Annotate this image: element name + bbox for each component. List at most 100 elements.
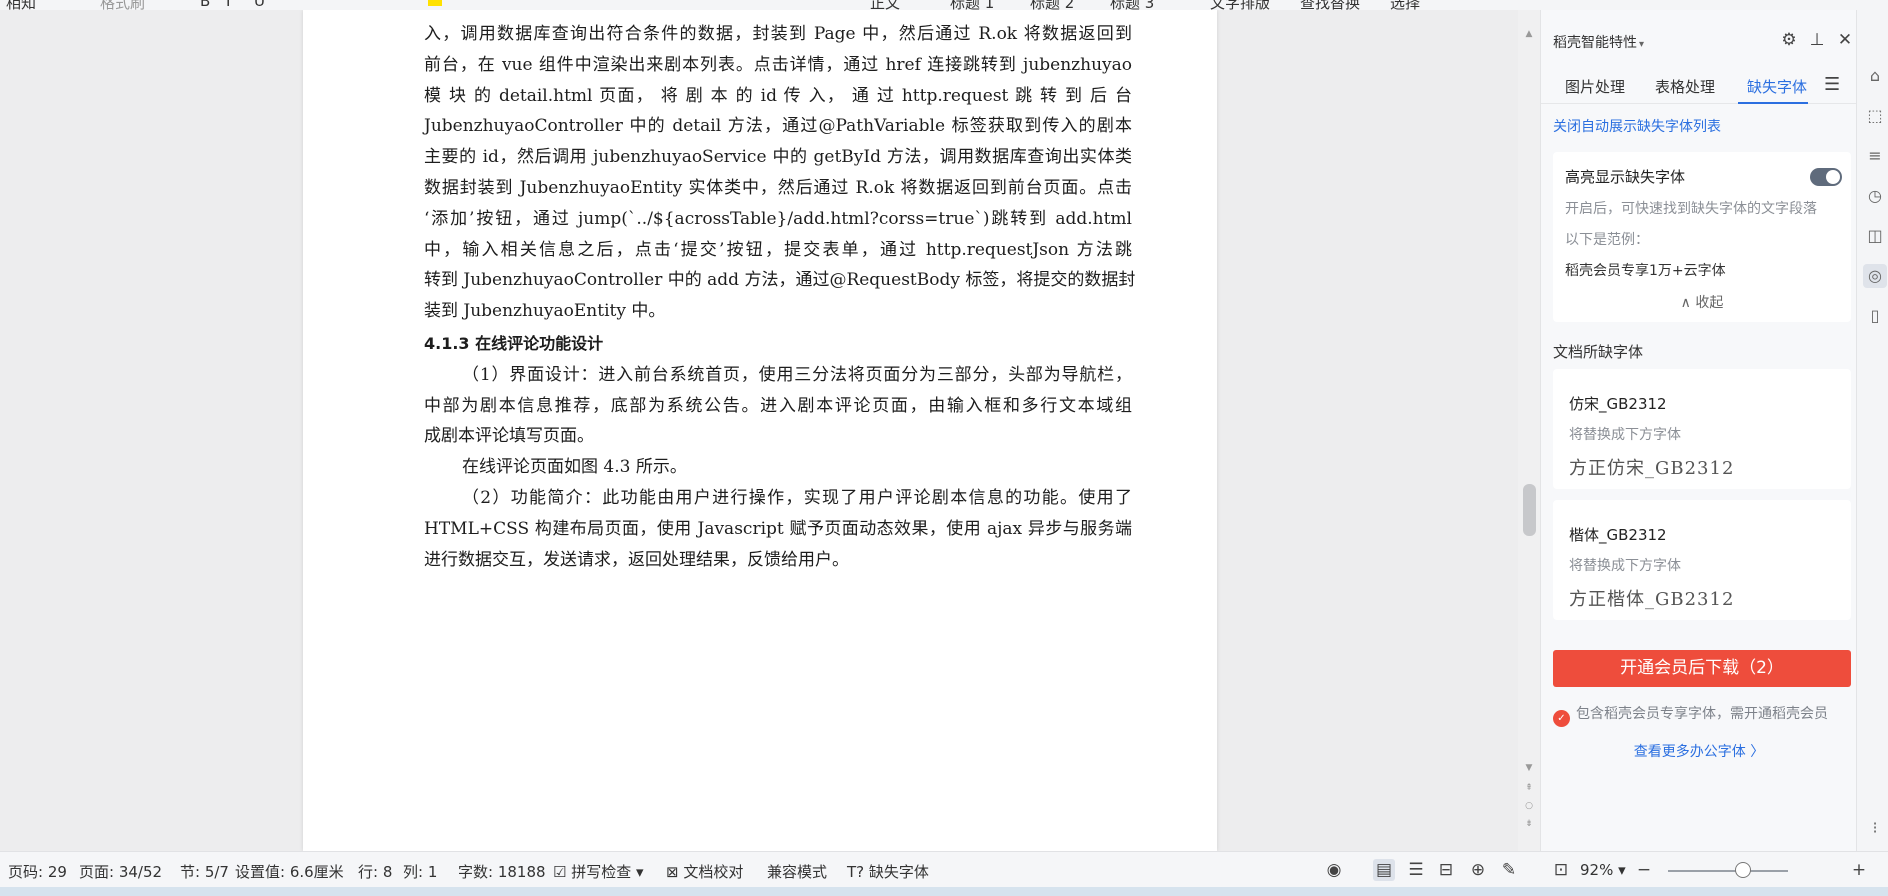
document-body[interactable]: 入，调用数据库查询出符合条件的数据，封装到 Page 中，然后通过 R.ok 将… [424,19,1136,575]
spell-check-button[interactable]: ☑ 拼写检查 ▾ [553,861,644,882]
history-icon[interactable]: ◷ [1863,184,1887,208]
scroll-up-icon[interactable]: ▲ [1523,28,1535,40]
docer-badge-icon: ✓ [1553,710,1570,727]
pin-icon[interactable]: ⊥ [1807,30,1827,50]
replace-label: 将替换成下方字体 [1569,427,1681,443]
zoom-slider[interactable] [1668,870,1788,872]
fit-page-icon[interactable]: ⊡ [1550,859,1572,881]
missing-font-card[interactable]: 仿宋_GB2312 将替换成下方字体 方正仿宋_GB2312 [1553,369,1851,489]
panel-title: 稻壳智能特性 [1553,35,1637,51]
doc-line: 转到 JubenzhuyaoController 中的 add 方法，通过@Re… [424,270,1136,291]
web-view-icon[interactable]: ⊕ [1467,859,1489,881]
word-count[interactable]: 字数: 18188 [458,861,546,882]
style-heading-2[interactable]: 标题 2 [1030,0,1074,10]
find-replace-button[interactable]: 查找替换 [1300,0,1360,10]
compat-mode[interactable]: 兼容模式 [767,861,827,882]
document-page[interactable]: 入，调用数据库查询出符合条件的数据，封装到 Page 中，然后通过 R.ok 将… [303,10,1217,851]
missing-font-feature-icon[interactable]: ◎ [1863,264,1887,288]
highlight-color-icon[interactable] [428,0,442,6]
column-info[interactable]: 列: 1 [403,861,437,882]
page-view-icon[interactable]: ▤ [1373,859,1395,881]
selection-icon[interactable]: ⬚ [1863,104,1887,128]
zoom-out-icon[interactable]: − [1633,859,1655,881]
download-after-membership-button[interactable]: 开通会员后下载（2） [1553,650,1851,687]
missing-font-name: 楷体_GB2312 [1569,526,1667,544]
document-icon[interactable]: ▯ [1863,304,1887,328]
missing-font-button[interactable]: T? 缺失字体 [847,861,929,882]
gear-icon[interactable]: ⚙ [1779,30,1799,50]
text-layout-button[interactable]: 文字排版 [1210,0,1270,10]
select-browse-icon[interactable]: ○ [1523,800,1535,812]
replacement-font-sample: 方正楷体_GB2312 [1569,589,1735,610]
style-heading-1[interactable]: 标题 1 [950,0,994,10]
missing-font-icon: T? [847,863,869,881]
highlight-title: 高亮显示缺失字体 [1565,168,1686,186]
close-auto-show-link[interactable]: 关闭自动展示缺失字体列表 [1553,116,1721,136]
highlight-missing-fonts-card: 高亮显示缺失字体 开启后，可快速找到缺失字体的文字段落 以下是范例： 稻壳会员专… [1553,152,1851,322]
example-text: 稻壳会员专享1万+云字体 [1565,263,1726,279]
resource-icon[interactable]: ◫ [1863,224,1887,248]
collapse-button[interactable]: ∧ 收起 [1553,292,1851,312]
tab-image-processing[interactable]: 图片处理 [1565,76,1625,97]
member-note: ✓ 包含稻壳会员专享字体，需开通稻壳会员 [1553,703,1828,727]
doc-line: 成剧本评论填写页面。 [424,426,594,447]
spell-check-label: 拼写检查 [571,863,632,881]
format-icon[interactable]: ≡ [1863,144,1887,168]
proofread-button[interactable]: ⊠ 文档校对 [666,861,743,882]
document-workspace: 入，调用数据库查询出符合条件的数据，封装到 Page 中，然后通过 R.ok 将… [0,10,1518,851]
outline-view-icon[interactable]: ☰ [1405,859,1427,881]
vertical-scrollbar[interactable]: ▲ ▼ ⇞ ○ ⇟ [1518,10,1540,851]
zoom-in-icon[interactable]: + [1848,859,1870,881]
prev-page-icon[interactable]: ⇞ [1523,782,1535,794]
doc-line: 主要的 id，然后调用 jubenzhuyaoService 中的 getByI… [424,147,1132,168]
zoom-slider-handle[interactable] [1735,862,1751,878]
doc-line: 中，输入相关信息之后，点击‘提交’按钮，提交表单，通过 http.request… [424,239,1132,260]
replace-label: 将替换成下方字体 [1569,558,1681,574]
smart-feature-icon[interactable]: ⌂ [1863,64,1887,88]
section-heading: 4.1.3 在线评论功能设计 [424,333,604,353]
ribbon-item[interactable]: 相知 [6,0,36,10]
format-painter-button[interactable]: 格式刷 [100,0,145,10]
write-mode-icon[interactable]: ✎ [1498,859,1520,881]
doc-line: 数据封装到 JubenzhuyaoEntity 实体类中，然后通过 R.ok 将… [424,177,1132,198]
close-icon[interactable]: ✕ [1835,30,1855,50]
doc-line: 装到 JubenzhuyaoEntity 中。 [424,301,666,322]
zoom-level[interactable]: 92% ▾ [1580,861,1626,879]
taskbar-edge [0,887,1888,896]
section-info[interactable]: 节: 5/7 [180,861,229,882]
page-count[interactable]: 页面: 34/52 [79,861,162,882]
setting-value[interactable]: 设置值: 6.6厘米 [235,861,344,882]
checkbox-icon: ☑ [553,863,572,881]
missing-fonts-title: 文档所缺字体 [1553,343,1644,361]
scrollbar-thumb[interactable] [1523,484,1536,536]
view-more-fonts-link[interactable]: 查看更多办公字体 〉 [1541,741,1856,761]
italic-icon[interactable]: I [226,0,230,10]
chevron-up-icon: ∧ [1680,295,1696,311]
doc-line: 中部为剧本信息推荐，底部为系统公告。进入剧本评论页面，由输入框和多行文本域组 [424,395,1132,416]
panel-header[interactable]: 稻壳智能特性 ▾ [1553,32,1644,52]
replacement-font-sample: 方正仿宋_GB2312 [1569,458,1735,479]
style-normal[interactable]: 正文 [870,0,900,10]
page-number[interactable]: 页码: 29 [8,861,67,882]
next-page-icon[interactable]: ⇟ [1523,818,1535,830]
highlight-toggle[interactable] [1810,168,1842,186]
eye-protect-icon[interactable]: ◉ [1323,859,1345,881]
menu-icon[interactable]: ☰ [1824,74,1840,95]
underline-icon[interactable]: U [254,0,265,10]
tab-missing-fonts[interactable]: 缺失字体 [1747,76,1807,97]
select-button[interactable]: 选择 [1390,0,1420,10]
chevron-down-icon: ▾ [631,863,644,881]
style-heading-3[interactable]: 标题 3 [1110,0,1154,10]
more-icon[interactable]: ⁝ [1863,816,1887,840]
smart-features-panel: 稻壳智能特性 ▾ ⚙ ⊥ ✕ 图片处理 表格处理 缺失字体 ☰ 关闭自动展示缺失字… [1540,10,1856,851]
bold-icon[interactable]: B [200,0,210,10]
row-info[interactable]: 行: 8 [358,861,392,882]
reading-view-icon[interactable]: ⊟ [1435,859,1457,881]
missing-font-card[interactable]: 楷体_GB2312 将替换成下方字体 方正楷体_GB2312 [1553,500,1851,620]
doc-line: 前台，在 vue 组件中渲染出来剧本列表。点击详情，通过 href 连接跳转到 … [424,54,1132,75]
example-label: 以下是范例： [1565,232,1649,248]
collapse-label: 收起 [1695,295,1724,311]
tab-table-processing[interactable]: 表格处理 [1655,76,1715,97]
missing-font-label: 缺失字体 [868,863,929,881]
scroll-down-icon[interactable]: ▼ [1523,762,1535,774]
